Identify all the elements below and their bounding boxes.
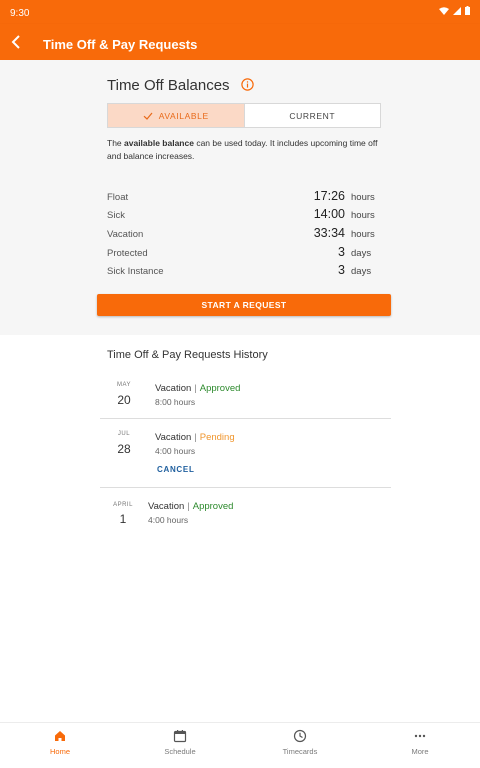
history-type: Vacation (148, 501, 185, 512)
history-type-status: Vacation | Approved (148, 501, 233, 512)
history-duration: 4:00 hours (148, 515, 189, 525)
balance-label: Float (107, 192, 129, 203)
history-type-status: Vacation | Approved (155, 383, 240, 394)
status-time: 9:30 (10, 8, 30, 19)
balance-row-protected: Protected 3 days (107, 245, 381, 263)
start-request-button[interactable]: START A REQUEST (97, 294, 391, 316)
balance-unit: hours (351, 229, 375, 240)
bottom-navigation: Home Schedule Timecards More (0, 722, 480, 768)
history-separator: | (194, 432, 197, 443)
description-prefix: The (107, 138, 125, 148)
balance-value: 33:34 (313, 226, 345, 240)
balance-label: Protected (107, 248, 148, 259)
balance-row-sick: Sick 14:00 hours (107, 207, 381, 225)
history-duration: 8:00 hours (155, 397, 196, 407)
back-arrow-icon[interactable] (8, 33, 26, 51)
balance-label: Sick (107, 210, 125, 221)
balance-unit: hours (351, 192, 375, 203)
balance-value: 3 (338, 263, 345, 277)
nav-more[interactable]: More (360, 723, 480, 768)
balance-type-toggle: AVAILABLE CURRENT (107, 103, 381, 128)
clock-icon (293, 729, 307, 743)
history-month: JUL (117, 431, 131, 437)
cancel-request-button[interactable]: CANCEL (157, 465, 195, 474)
balance-description: The available balance can be used today.… (107, 137, 383, 163)
balance-value: 3 (338, 245, 345, 259)
divider (100, 487, 391, 488)
balance-value: 14:00 (313, 207, 345, 221)
balance-unit: hours (351, 210, 375, 221)
history-type: Vacation (155, 383, 192, 394)
description-bold: available balance (124, 138, 194, 148)
balance-row-vacation: Vacation 33:34 hours (107, 226, 381, 244)
balance-value: 17:26 (313, 189, 345, 203)
history-separator: | (187, 501, 190, 512)
balance-unit: days (351, 248, 372, 259)
status-approved: Approved (199, 383, 241, 394)
nav-schedule[interactable]: Schedule (120, 723, 240, 768)
info-icon[interactable] (241, 78, 254, 91)
status-bar: 9:30 (0, 0, 480, 24)
more-icon (414, 734, 426, 738)
status-approved: Approved (192, 501, 234, 512)
nav-timecards[interactable]: Timecards (240, 723, 360, 768)
history-day: 1 (119, 512, 127, 526)
tab-current[interactable]: CURRENT (244, 104, 380, 127)
tab-available-label: AVAILABLE (158, 110, 209, 121)
history-separator: | (194, 383, 197, 394)
nav-timecards-label: Timecards (282, 747, 318, 756)
balance-label: Sick Instance (107, 266, 164, 277)
balance-unit: days (351, 266, 372, 277)
balance-row-float: Float 17:26 hours (107, 189, 381, 207)
balance-label: Vacation (107, 229, 144, 240)
history-title: Time Off & Pay Requests History (107, 349, 268, 361)
balances-section: Time Off Balances AVAILABLE CURRENT The … (0, 60, 480, 335)
nav-schedule-label: Schedule (164, 747, 196, 756)
nav-home[interactable]: Home (0, 723, 120, 768)
calendar-icon (173, 730, 187, 743)
page-title: Time Off & Pay Requests (43, 37, 198, 52)
balance-row-sick-instance: Sick Instance 3 days (107, 263, 381, 281)
history-type-status: Vacation | Pending (155, 432, 235, 443)
signal-icon (453, 6, 461, 15)
history-duration: 4:00 hours (155, 446, 196, 456)
history-month: APRIL (113, 502, 133, 508)
history-type: Vacation (155, 432, 192, 443)
wifi-icon (439, 6, 449, 15)
balances-title: Time Off Balances (107, 77, 230, 94)
app-bar: Time Off & Pay Requests (0, 24, 480, 60)
history-day: 28 (117, 442, 131, 456)
status-pending: Pending (199, 432, 235, 443)
system-icons (439, 6, 470, 15)
divider (100, 418, 391, 419)
home-icon (55, 731, 65, 741)
nav-more-label: More (411, 747, 429, 756)
history-month: MAY (116, 382, 132, 388)
nav-home-label: Home (49, 747, 70, 756)
tab-available[interactable]: AVAILABLE (108, 104, 245, 127)
battery-icon (465, 6, 470, 15)
check-icon (143, 112, 153, 120)
history-day: 20 (117, 393, 131, 407)
tab-current-label: CURRENT (289, 110, 336, 121)
